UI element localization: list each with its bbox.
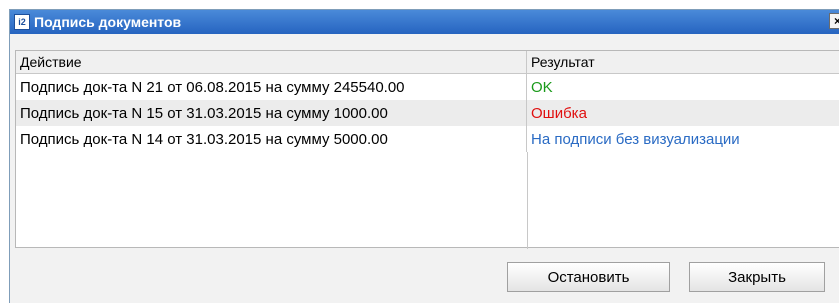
dialog-title: Подпись документов bbox=[34, 14, 182, 30]
stop-button[interactable]: Остановить bbox=[507, 262, 670, 292]
table-row[interactable]: Подпись док-та N 14 от 31.03.2015 на сум… bbox=[16, 126, 839, 152]
app-icon: i2 bbox=[14, 14, 30, 30]
column-header-action[interactable]: Действие bbox=[16, 51, 527, 73]
column-divider bbox=[527, 152, 528, 249]
results-table: Действие Результат Подпись док-та N 21 о… bbox=[15, 50, 839, 249]
action-cell: Подпись док-та N 14 от 31.03.2015 на сум… bbox=[16, 126, 527, 152]
table-header: Действие Результат bbox=[16, 51, 839, 74]
sign-documents-dialog: i2 Подпись документов × Действие Результ… bbox=[9, 9, 839, 303]
result-cell: На подписи без визуализации bbox=[531, 130, 740, 148]
column-header-result[interactable]: Результат bbox=[527, 51, 839, 73]
table-row[interactable]: Подпись док-та N 21 от 06.08.2015 на сум… bbox=[16, 74, 839, 100]
action-cell: Подпись док-та N 21 от 06.08.2015 на сум… bbox=[16, 74, 527, 100]
result-cell: OK bbox=[531, 78, 553, 96]
table-body: Подпись док-та N 21 от 06.08.2015 на сум… bbox=[16, 74, 839, 249]
table-row[interactable]: Подпись док-та N 15 от 31.03.2015 на сум… bbox=[16, 100, 839, 126]
close-button[interactable]: Закрыть bbox=[689, 262, 825, 292]
close-icon[interactable]: × bbox=[829, 13, 839, 29]
action-cell: Подпись док-та N 15 от 31.03.2015 на сум… bbox=[16, 100, 527, 126]
result-cell: Ошибка bbox=[531, 104, 587, 122]
title-bar[interactable]: i2 Подпись документов × bbox=[10, 10, 839, 34]
